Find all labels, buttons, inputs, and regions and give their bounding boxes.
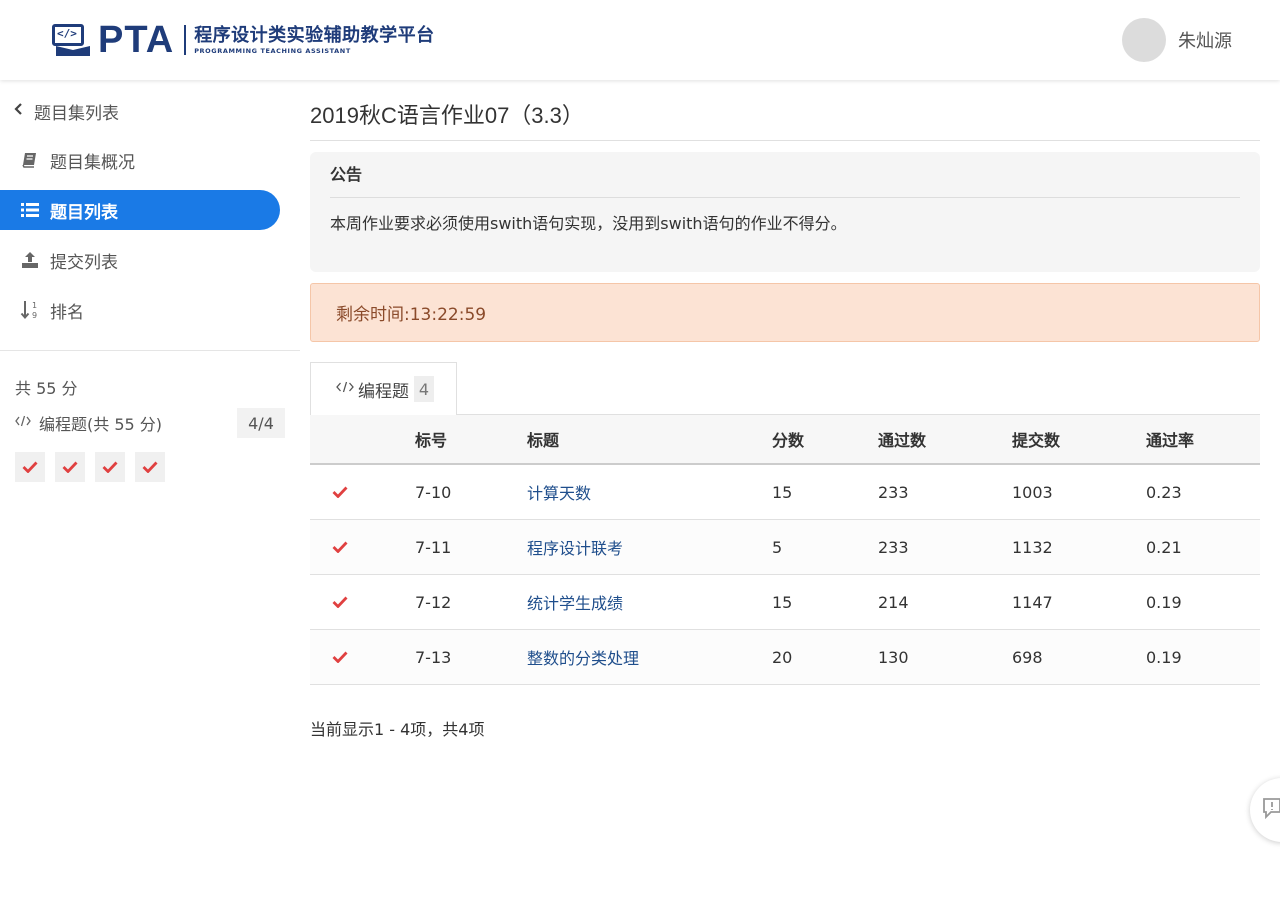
remaining-time-alert: 剩余时间:13:22:59 [310,283,1260,342]
pta-logo[interactable]: </> PTA 程序设计类实验辅助教学平台 PROGRAMMING TEACHI… [52,20,435,60]
problem-submitted: 1147 [1012,592,1053,612]
chevron-left-icon [14,103,24,119]
problem-passed: 214 [878,592,909,612]
problem-passed: 233 [878,537,909,557]
code-icon [15,415,31,431]
problem-passed: 233 [878,482,909,502]
table-row[interactable]: 7-12 统计学生成绩 15 214 1147 0.19 [310,575,1260,630]
back-to-problem-sets-link[interactable]: 题目集列表 [14,100,119,124]
problem-passed: 130 [878,647,909,667]
category-label: 编程题(共 55 分) [39,415,163,434]
problem-score: 15 [772,592,793,612]
problem-table: 标号 标题 分数 通过数 提交数 通过率 7-10 计算天数 15 233 10… [310,414,1260,685]
problem-submitted: 1003 [1012,482,1053,502]
sidebar-item-label: 题目列表 [50,202,118,223]
logo-cn-text: 程序设计类实验辅助教学平台 [194,24,435,46]
problem-score: 5 [772,537,783,557]
problem-pass-rate: 0.19 [1146,592,1182,612]
column-header-score[interactable]: 分数 [772,415,804,463]
check-icon [102,461,118,473]
check-icon [332,465,348,519]
logo-en-text: PROGRAMMING TEACHING ASSISTANT [194,46,351,55]
total-score: 共 55 分 [15,379,78,398]
svg-text:9: 9 [32,311,37,320]
username[interactable]: 朱灿源 [1178,27,1232,53]
check-icon [332,630,348,684]
list-icon [20,200,40,220]
sidebar-item-label: 排名 [50,302,84,323]
announcement-panel: 公告 本周作业要求必须使用swith语句实现，没用到swith语句的作业不得分。 [310,152,1260,272]
sidebar-item-overview[interactable]: 题目集概况 [0,140,280,180]
header: </> PTA 程序设计类实验辅助教学平台 PROGRAMMING TEACHI… [0,0,1280,80]
problem-id: 7-13 [415,647,452,667]
column-header-submitted[interactable]: 提交数 [1012,415,1060,463]
check-icon [332,575,348,629]
problem-title-link[interactable]: 程序设计联考 [527,520,623,574]
problem-submitted: 1132 [1012,537,1053,557]
problem-title-link[interactable]: 整数的分类处理 [527,630,639,684]
problem-score: 15 [772,482,793,502]
feedback-icon [1262,797,1280,823]
sidebar-item-problem-list[interactable]: 题目列表 [0,190,280,230]
problem-pass-rate: 0.19 [1146,647,1182,667]
sidebar-item-ranking[interactable]: 19 排名 [0,290,280,330]
problem-score: 20 [772,647,793,667]
column-header-title[interactable]: 标题 [527,415,559,463]
table-header: 标号 标题 分数 通过数 提交数 通过率 [310,415,1260,465]
problem-id: 7-10 [415,482,452,502]
table-row[interactable]: 7-10 计算天数 15 233 1003 0.23 [310,465,1260,520]
problem-status-item[interactable] [55,452,85,482]
problem-id: 7-11 [415,537,452,557]
page-title: 2019秋C语言作业07（3.3） [310,103,584,128]
check-icon [62,461,78,473]
announcement-title: 公告 [330,164,1240,198]
problem-status-item[interactable] [95,452,125,482]
avatar[interactable] [1122,18,1166,62]
book-icon [20,150,40,170]
sidebar: 题目集列表 题目集概况 题目列表 提交列表 19 排名 共 55 分 编程题(共… [0,80,300,909]
check-icon [142,461,158,473]
title-divider [310,140,1260,141]
table-row[interactable]: 7-11 程序设计联考 5 233 1132 0.21 [310,520,1260,575]
check-icon [22,461,38,473]
sidebar-item-label: 题目集概况 [50,152,135,173]
problem-pass-rate: 0.21 [1146,537,1182,557]
table-row[interactable]: 7-13 整数的分类处理 20 130 698 0.19 [310,630,1260,685]
tab-label: 编程题 [358,381,409,402]
pagination-summary: 当前显示1 - 4项，共4项 [310,720,485,739]
problem-title-link[interactable]: 计算天数 [527,465,591,519]
check-icon [332,520,348,574]
column-header-pass-rate[interactable]: 通过率 [1146,415,1194,463]
problem-title-link[interactable]: 统计学生成绩 [527,575,623,629]
problem-status-grid [15,452,175,482]
tab-programming[interactable]: 编程题 4 [310,362,457,415]
sidebar-divider [0,350,300,351]
problem-id: 7-12 [415,592,452,612]
problem-pass-rate: 0.23 [1146,482,1182,502]
problem-status-item[interactable] [15,452,45,482]
logo-pta-text: PTA [98,19,175,61]
back-link-label: 题目集列表 [34,103,119,124]
sidebar-item-label: 提交列表 [50,252,118,273]
upload-icon [20,250,40,270]
code-icon [336,381,354,397]
user-menu[interactable]: 朱灿源 [1122,18,1232,62]
problem-submitted: 698 [1012,647,1043,667]
column-header-passed[interactable]: 通过数 [878,415,926,463]
sidebar-item-submissions[interactable]: 提交列表 [0,240,280,280]
category-progress-badge: 4/4 [237,408,285,438]
column-header-id[interactable]: 标号 [415,415,447,463]
tab-count-badge: 4 [414,376,434,402]
logo-divider [184,25,187,55]
svg-text:1: 1 [32,301,37,310]
problem-status-item[interactable] [135,452,165,482]
logo-icon: </> [52,22,92,58]
category-programming[interactable]: 编程题(共 55 分) 4/4 [15,408,285,438]
announcement-body: 本周作业要求必须使用swith语句实现，没用到swith语句的作业不得分。 [330,214,847,233]
feedback-button[interactable] [1250,778,1280,842]
sort-numeric-icon: 19 [20,300,40,320]
